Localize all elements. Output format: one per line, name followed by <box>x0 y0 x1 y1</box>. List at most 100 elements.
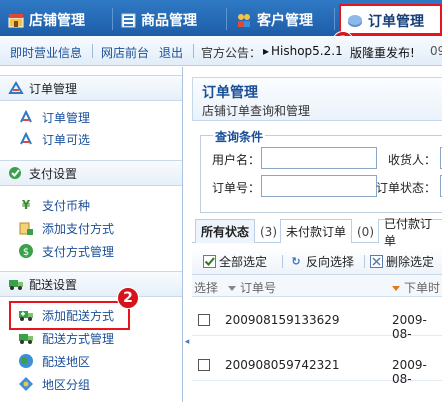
sidebar-item-label: 订单管理 <box>42 110 91 125</box>
section-title: 支付设置 <box>29 166 78 181</box>
collapse-sidebar-icon[interactable]: ◂ <box>183 335 191 349</box>
header-label: 下单时 <box>404 281 441 295</box>
sidebar-section-shipping[interactable]: 配送设置 <box>0 271 182 297</box>
add-payment-icon <box>18 220 34 236</box>
page-title: 订单管理 <box>202 85 258 101</box>
invert-arrow-icon: ↻ <box>291 255 301 268</box>
tab-count: (3) <box>260 225 277 239</box>
sidebar-item-order-management[interactable]: 订单管理 <box>18 108 90 126</box>
nav-divider <box>334 8 335 30</box>
sort-icon <box>228 286 236 291</box>
row-checkbox[interactable] <box>198 314 210 326</box>
divider <box>193 44 194 58</box>
order-number-label: 订单号： <box>212 181 261 195</box>
tab-label: 未付款订单 <box>286 225 347 239</box>
notice-arrow-icon: ▸ <box>263 44 270 58</box>
sort-icon <box>392 286 400 291</box>
invert-selection-button[interactable]: ↻ 反向选择 <box>289 253 354 270</box>
nav-tab-products[interactable]: 商品管理 <box>120 5 197 35</box>
nav-tab-store[interactable]: 店铺管理 <box>8 5 85 35</box>
tab-label: 所有状态 <box>201 225 250 239</box>
tab-unpaid-orders[interactable]: 未付款订单 <box>280 219 353 243</box>
order-number-input[interactable] <box>261 175 377 197</box>
highlight-frame <box>339 4 442 35</box>
delete-selected-button[interactable]: 删除选定 <box>369 253 434 270</box>
checkbox-checked-icon <box>202 255 216 269</box>
sidebar-item-label: 配送地区 <box>42 354 91 369</box>
sidebar-item-order-options[interactable]: 订单可选 <box>18 130 90 148</box>
truck-icon <box>8 277 24 291</box>
sidebar-section-payment[interactable]: 支付设置 <box>0 160 182 186</box>
table-header: 选择 订单号 下单时 <box>192 275 442 297</box>
query-legend: 查询条件 <box>213 128 266 145</box>
sidebar: 订单管理 订单管理 订单可选 支付设置 ¥ 支付币种 添加支付方式 $ 支付方式… <box>0 67 183 402</box>
sidebar-item-label: 支付币种 <box>42 198 91 213</box>
section-title: 配送设置 <box>29 277 78 292</box>
table-row[interactable]: 200908159133629 2009-08- <box>192 302 442 341</box>
row-checkbox[interactable] <box>198 359 210 371</box>
sidebar-item-region-groups[interactable]: 地区分组 <box>18 375 90 393</box>
delete-icon <box>369 255 383 269</box>
table-row[interactable]: 200908059742321 2009-08- <box>192 347 442 386</box>
divider <box>92 44 93 58</box>
divider <box>282 255 283 268</box>
query-panel: 查询条件 用户名： 收货人： 订单号： 订单状态： <box>200 128 442 213</box>
sidebar-item-label: 添加支付方式 <box>42 221 115 236</box>
order-time-cell: 2009-08- <box>392 313 427 341</box>
order-time-cell: 2009-08- <box>392 358 427 386</box>
sidebar-item-shipping-regions[interactable]: 配送地区 <box>18 352 90 370</box>
column-header-order-number[interactable]: 订单号 <box>228 279 276 296</box>
tab-paid-orders[interactable]: 已付款订单 <box>378 217 442 248</box>
tab-label: 已付款订单 <box>384 216 433 248</box>
divider <box>364 255 365 268</box>
globe-icon <box>18 353 34 369</box>
nav-divider <box>112 8 113 30</box>
notice-text-continued[interactable]: 版隆重发布! <box>350 44 415 61</box>
status-tabs: 所有状态 (3) 未付款订单 (0) 已付款订单 <box>192 217 442 248</box>
select-all-button[interactable]: 全部选定 <box>202 253 267 270</box>
svg-text:$: $ <box>23 247 29 258</box>
nav-tab-label: 客户管理 <box>257 13 313 29</box>
sidebar-item-shipping-management[interactable]: 配送方式管理 <box>18 329 114 347</box>
sidebar-item-label: 订单可选 <box>42 132 91 147</box>
order-edit-icon <box>18 109 34 125</box>
notice-text[interactable]: Hishop5.2.1 <box>271 44 343 58</box>
nav-tab-label: 商品管理 <box>141 13 197 29</box>
logout-link[interactable]: 退出 <box>159 44 183 61</box>
payment-manage-icon: $ <box>18 243 34 259</box>
order-number-cell[interactable]: 200908159133629 <box>225 313 340 327</box>
store-icon <box>8 12 24 28</box>
storefront-link[interactable]: 网店前台 <box>101 44 149 61</box>
highlight-frame <box>9 301 130 330</box>
truck-manage-icon <box>18 330 34 346</box>
notice-label: 官方公告： <box>201 46 262 60</box>
sidebar-item-payment-management[interactable]: $ 支付方式管理 <box>18 242 114 260</box>
username-label: 用户名： <box>212 153 261 167</box>
sidebar-item-currency[interactable]: ¥ 支付币种 <box>18 196 90 214</box>
section-title: 订单管理 <box>29 81 78 96</box>
sidebar-item-add-payment[interactable]: 添加支付方式 <box>18 219 114 237</box>
header-label: 订单号 <box>240 281 277 295</box>
yen-icon: ¥ <box>21 198 31 212</box>
business-info-link[interactable]: 即时营业信息 <box>10 44 82 61</box>
column-header-select: 选择 <box>194 281 219 295</box>
main-panel: 订单管理 店铺订单查询和管理 查询条件 用户名： 收货人： 订单号： 订单状态：… <box>192 67 442 402</box>
tab-count: (0) <box>357 225 374 239</box>
tab-all-status[interactable]: 所有状态 <box>195 219 256 243</box>
nav-tab-customers[interactable]: 客户管理 <box>236 5 313 35</box>
sub-toolbar: 即时营业信息 网店前台 退出 官方公告： ▸ Hishop5.2.1 版隆重发布… <box>0 36 442 66</box>
region-group-icon <box>18 376 34 392</box>
order-options-icon <box>18 131 34 147</box>
sidebar-section-orders[interactable]: 订单管理 <box>0 75 182 101</box>
nav-divider <box>226 8 227 30</box>
sidebar-item-label: 地区分组 <box>42 377 91 392</box>
callout-badge: 2 <box>117 287 139 309</box>
username-input[interactable] <box>261 147 377 169</box>
customers-icon <box>236 12 252 28</box>
consignee-label: 收货人： <box>388 153 437 167</box>
column-header-order-time[interactable]: 下单时 <box>392 279 440 296</box>
order-section-icon <box>8 81 24 95</box>
order-number-cell[interactable]: 200908059742321 <box>225 358 340 372</box>
payment-section-icon <box>8 166 24 180</box>
button-label: 删除选定 <box>386 255 435 269</box>
